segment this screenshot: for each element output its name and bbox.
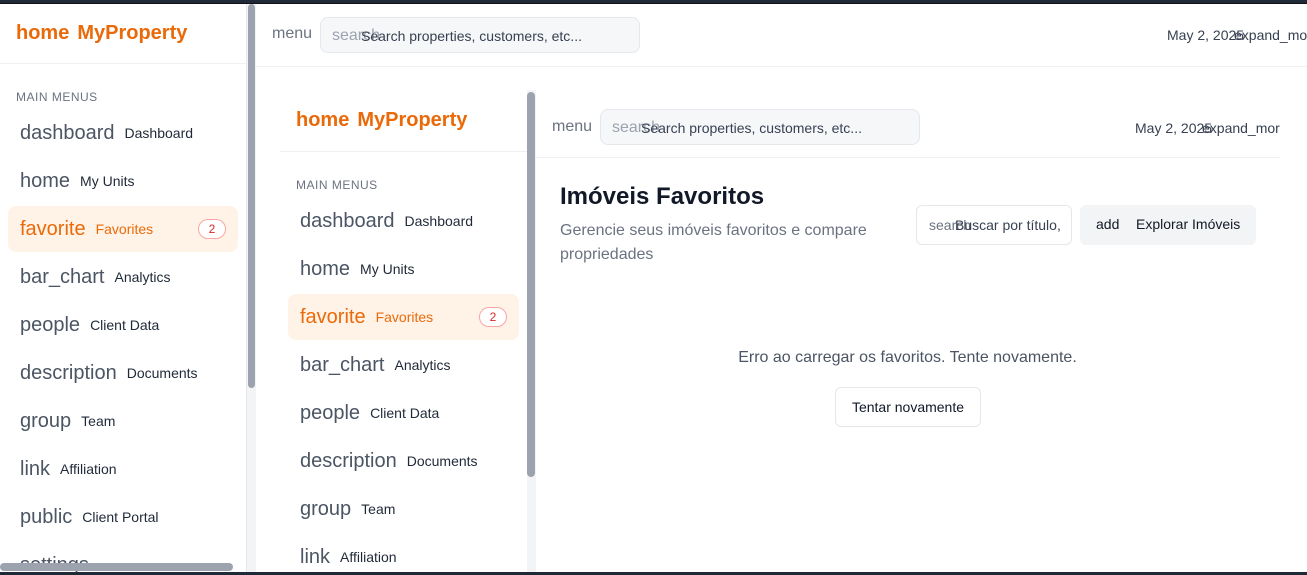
sidebar-item-favorites[interactable]: favorite Favorites 2: [288, 294, 519, 340]
search-placeholder: Search properties, customers, etc...: [361, 28, 582, 44]
sidebar-item-label: Dashboard: [404, 213, 474, 229]
topbar: menu search Search properties, customers…: [536, 90, 1288, 158]
menu-icon[interactable]: menu: [272, 25, 312, 43]
bar-chart-icon: bar_chart: [300, 353, 385, 376]
sidebar-item-favorites[interactable]: favorite Favorites 2: [8, 206, 238, 252]
current-date: May 2, 2025: [1167, 27, 1245, 43]
brand-name: MyProperty: [77, 22, 188, 44]
topbar: menu search Search properties, customers…: [256, 4, 1307, 67]
group-icon: group: [20, 409, 72, 432]
sidebar-item-client-data[interactable]: people Client Data: [8, 302, 238, 348]
home-icon: home: [296, 109, 350, 131]
add-icon: add: [1096, 216, 1120, 232]
sidebar-item-label: Affiliation: [60, 461, 117, 477]
search-input[interactable]: search Search properties, customers, etc…: [320, 17, 640, 53]
sidebar-item-label: Favorites: [375, 309, 434, 325]
sidebar-nav: dashboard Dashboard home My Units favori…: [280, 198, 527, 572]
sidebar-item-label: Documents: [126, 365, 198, 381]
sidebar-item-team[interactable]: group Team: [8, 398, 238, 444]
home-icon: home: [20, 169, 71, 192]
sidebar-item-documents[interactable]: description Documents: [288, 438, 519, 484]
sidebar-item-documents[interactable]: description Documents: [8, 350, 238, 396]
menu-icon[interactable]: menu: [552, 118, 592, 136]
sidebar-item-analytics[interactable]: bar_chart Analytics: [8, 254, 238, 300]
menu-section-title: MAIN MENUS: [296, 178, 378, 192]
sidebar-item-label: Client Portal: [82, 509, 159, 525]
dashboard-icon: dashboard: [300, 209, 395, 232]
sidebar-item-label: Analytics: [114, 269, 171, 285]
sidebar-item-team[interactable]: group Team: [288, 486, 519, 532]
sidebar-item-analytics[interactable]: bar_chart Analytics: [288, 342, 519, 388]
scrollbar-thumb[interactable]: [248, 4, 255, 388]
page-title: Imóveis Favoritos: [560, 183, 765, 210]
favorites-count-badge: 2: [198, 219, 226, 239]
sidebar-item-client-portal[interactable]: public Client Portal: [8, 494, 238, 540]
favorites-count-badge: 2: [479, 307, 507, 327]
group-icon: group: [300, 497, 352, 520]
search-input[interactable]: search Search properties, customers, etc…: [600, 109, 920, 145]
link-icon: link: [20, 457, 51, 480]
link-icon: link: [300, 545, 331, 568]
people-icon: people: [20, 313, 81, 336]
sidebar-item-label: Affiliation: [340, 549, 397, 565]
favorites-search-input[interactable]: search Buscar por título,: [916, 205, 1072, 245]
home-icon: home: [16, 22, 70, 44]
sidebar-item-label: My Units: [80, 173, 135, 189]
sidebar-item-dashboard[interactable]: dashboard Dashboard: [288, 198, 519, 244]
sidebar-item-my-units[interactable]: home My Units: [288, 246, 519, 292]
public-icon: public: [20, 505, 73, 528]
horizontal-scrollbar[interactable]: [0, 563, 233, 571]
sidebar-item-label: Documents: [406, 453, 478, 469]
embedded-view: home MyProperty MAIN MENUS dashboard Das…: [280, 90, 1307, 572]
error-message: Erro ao carregar os favoritos. Tente nov…: [738, 349, 1077, 366]
sidebar-item-label: Favorites: [95, 221, 154, 237]
sidebar-item-my-units[interactable]: home My Units: [8, 158, 238, 204]
retry-button[interactable]: Tentar novamente: [835, 387, 981, 427]
favorite-icon: favorite: [300, 305, 366, 328]
sidebar-item-label: My Units: [360, 261, 415, 277]
menu-section-title: MAIN MENUS: [16, 90, 98, 104]
expand-more-icon[interactable]: expand_more: [1234, 27, 1307, 43]
sidebar-item-label: Client Data: [370, 405, 440, 421]
sidebar-item-affiliation[interactable]: link Affiliation: [8, 446, 238, 492]
sidebar-item-dashboard[interactable]: dashboard Dashboard: [8, 110, 238, 156]
brand-logo[interactable]: home MyProperty: [280, 90, 527, 152]
sidebar-scrollbar[interactable]: [527, 90, 536, 572]
explore-properties-button[interactable]: add Explorar Imóveis: [1080, 205, 1256, 245]
search-placeholder: Buscar por título,: [955, 217, 1061, 233]
dashboard-icon: dashboard: [20, 121, 115, 144]
bar-chart-icon: bar_chart: [20, 265, 105, 288]
sidebar-item-affiliation[interactable]: link Affiliation: [288, 534, 519, 572]
description-icon: description: [300, 449, 397, 472]
sidebar-item-label: Analytics: [394, 357, 451, 373]
sidebar: home MyProperty MAIN MENUS dashboard Das…: [0, 4, 247, 572]
expand-more-icon[interactable]: expand_more: [1202, 120, 1288, 136]
sidebar-scrollbar[interactable]: [247, 4, 256, 572]
scrollbar-thumb[interactable]: [527, 92, 535, 477]
people-icon: people: [300, 401, 361, 424]
sidebar: home MyProperty MAIN MENUS dashboard Das…: [280, 90, 527, 572]
sidebar-item-client-data[interactable]: people Client Data: [288, 390, 519, 436]
brand-logo[interactable]: home MyProperty: [0, 4, 246, 64]
sidebar-item-label: Team: [361, 501, 396, 517]
home-icon: home: [300, 257, 351, 280]
sidebar-item-label: Dashboard: [124, 125, 194, 141]
sidebar-nav: dashboard Dashboard home My Units favori…: [0, 110, 246, 572]
content-edge: [1280, 90, 1307, 572]
favorite-icon: favorite: [20, 217, 86, 240]
explore-properties-label: Explorar Imóveis: [1136, 216, 1241, 232]
sidebar-item-label: Client Data: [90, 317, 160, 333]
favorites-page: Imóveis Favoritos Gerencie seus imóveis …: [536, 159, 1307, 572]
description-icon: description: [20, 361, 117, 384]
current-date: May 2, 2025: [1135, 120, 1213, 136]
search-placeholder: Search properties, customers, etc...: [641, 120, 862, 136]
app-window: home MyProperty MAIN MENUS dashboard Das…: [0, 3, 1307, 572]
page-subtitle: Gerencie seus imóveis favoritos e compar…: [560, 222, 867, 263]
brand-name: MyProperty: [357, 109, 468, 131]
sidebar-item-label: Team: [81, 413, 116, 429]
